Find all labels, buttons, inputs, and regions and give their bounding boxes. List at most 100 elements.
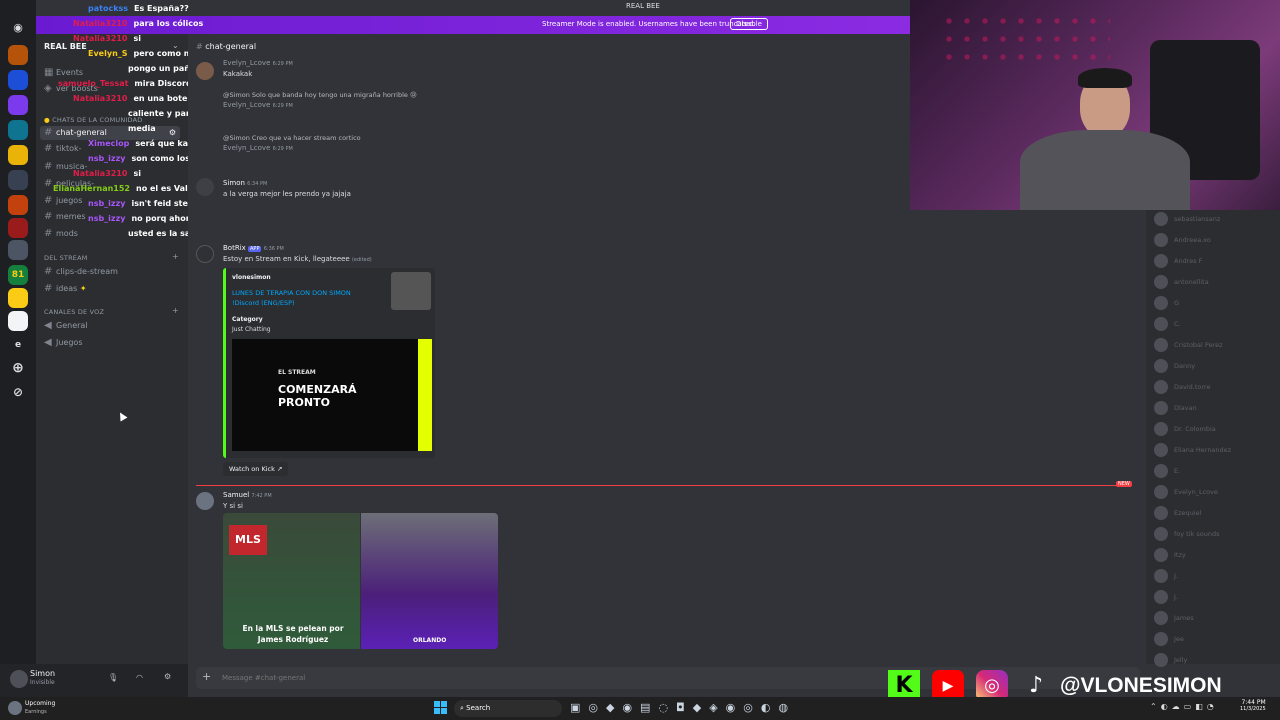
member-item[interactable]: J. (1154, 569, 1178, 585)
add-server-icon[interactable]: ⊕ (8, 358, 28, 378)
embed-title[interactable]: LUNES DE TERAPIA CON DON SIMON !Discord … (232, 288, 372, 308)
message-author[interactable]: Samuel 7:42 PM (223, 491, 272, 499)
member-item[interactable]: Ezequiel (1154, 506, 1201, 522)
member-item[interactable]: Cristobal Perez (1154, 338, 1223, 354)
lightbulb-icon: ✦ (79, 284, 87, 293)
member-item[interactable]: foy tik sounds (1154, 527, 1219, 543)
member-item[interactable]: Jee (1154, 632, 1184, 648)
avatar (1154, 464, 1168, 478)
server-rail: ◉ 81 e ⊕ ⊘ (0, 0, 36, 697)
member-item[interactable]: J. (1154, 590, 1178, 606)
chevron-down-icon[interactable]: ⌄ (172, 41, 179, 50)
member-name: Cristobal Perez (1174, 341, 1223, 349)
category-voice[interactable]: CANALES DE VOZ (44, 308, 104, 316)
channel-mods[interactable]: # mods (44, 227, 78, 241)
member-item[interactable]: Dlavan (1154, 401, 1197, 417)
reply-preview[interactable]: @Simon Solo que banda hoy tengo una migr… (223, 91, 417, 99)
channel-chat-general[interactable]: # chat-general ⚙ (40, 126, 180, 140)
member-item[interactable]: sebastiansanz (1154, 212, 1220, 228)
member-item[interactable]: Eliana Hernandez (1154, 443, 1231, 459)
speaker-icon: ◀ (44, 320, 52, 331)
channel-clips[interactable]: # clips-de-stream (44, 265, 118, 279)
avatar[interactable] (10, 670, 28, 688)
server-icon[interactable] (8, 240, 28, 260)
voice-channel-juegos[interactable]: ◀ Juegos (44, 336, 83, 350)
avatar (1154, 443, 1168, 457)
events-link[interactable]: ▦ Events (44, 66, 83, 80)
reply-preview[interactable]: @Simon Creo que va hacer stream cortico (223, 134, 361, 142)
window-title: REAL BEE (626, 2, 660, 10)
jersey-text: ORLANDO (413, 637, 447, 644)
avatar[interactable] (196, 245, 214, 263)
headphones-icon[interactable]: ◠ (136, 673, 143, 682)
member-item[interactable]: James (1154, 611, 1194, 627)
server-name[interactable]: REAL BEE (44, 42, 87, 51)
server-icon[interactable] (8, 218, 28, 238)
member-item[interactable]: G (1154, 296, 1179, 312)
discord-home-icon[interactable]: ◉ (8, 18, 28, 38)
channel-musica[interactable]: # musica- (44, 160, 87, 174)
add-attachment-icon[interactable]: + (202, 670, 211, 683)
avatar[interactable] (196, 178, 214, 196)
boosts-link[interactable]: ◈ ver boosts (44, 82, 98, 96)
explore-icon[interactable]: ⊘ (8, 382, 28, 402)
member-item[interactable]: Danny (1154, 359, 1195, 375)
server-icon[interactable] (8, 120, 28, 140)
server-icon[interactable] (8, 170, 28, 190)
message-author[interactable]: Evelyn_Lcove 6:29 PM (223, 101, 293, 109)
message-author[interactable]: Evelyn_Lcove 6:29 PM (223, 59, 293, 67)
clock[interactable]: 7:44 PM 11/3/2025 (1240, 699, 1266, 712)
embed-image[interactable]: EL STREAM COMENZARÁ PRONTO (232, 339, 432, 451)
voice-channel-general[interactable]: ◀ General (44, 319, 88, 333)
settings-icon[interactable]: ⚙ (169, 126, 176, 140)
taskbar-search[interactable]: ⌕ Search (454, 700, 562, 717)
member-item[interactable]: Jelly (1154, 653, 1187, 669)
hash-icon: # (44, 195, 53, 206)
member-item[interactable]: Evelyn_Lcove (1154, 485, 1218, 501)
member-item[interactable]: antonellita (1154, 275, 1209, 291)
message-input[interactable] (222, 671, 722, 685)
member-item[interactable]: C. (1154, 317, 1181, 333)
disable-button[interactable]: Disable (730, 18, 768, 30)
member-item[interactable]: Dr. Colombia (1154, 422, 1216, 438)
server-icon[interactable] (8, 288, 28, 308)
watch-on-kick-button[interactable]: Watch on Kick ↗ (223, 462, 289, 476)
message-author[interactable]: BotRix APP 6:36 PM (223, 244, 284, 252)
microphone-icon[interactable]: 🎙 (108, 673, 118, 682)
channel-tiktok[interactable]: # tiktok- (44, 142, 82, 156)
message-text: a la verga mejor les prendo ya jajaja (223, 190, 351, 198)
message-image[interactable]: MLS ORLANDO En la MLS se pelean por Jame… (223, 513, 498, 649)
server-icon[interactable]: e (8, 335, 28, 355)
weather-icon[interactable] (8, 701, 22, 715)
member-item[interactable]: Andreea.xo (1154, 233, 1211, 249)
message-author[interactable]: Simon 6:34 PM (223, 179, 267, 187)
settings-icon[interactable]: ⚙ (164, 672, 171, 681)
embed-provider[interactable]: vlonesimon (232, 274, 271, 281)
server-icon[interactable] (8, 70, 28, 90)
channel-ideas[interactable]: # ideas ✦ (44, 282, 87, 296)
add-channel-icon[interactable]: + (172, 306, 179, 315)
server-icon[interactable]: 81 (8, 265, 28, 285)
system-tray-icons[interactable]: ⌃◐☁▭◧◔ (1150, 702, 1218, 711)
avatar[interactable] (196, 492, 214, 510)
channel-juegos[interactable]: # juegos (44, 194, 82, 208)
member-item[interactable]: Itzy (1154, 548, 1186, 564)
message-author[interactable]: Evelyn_Lcove 6:29 PM (223, 144, 293, 152)
member-item[interactable]: E. (1154, 464, 1180, 480)
server-icon[interactable] (8, 95, 28, 115)
taskbar-apps[interactable]: ▣◎◆◉▤◌◘◆◈◉◎◐◍ (570, 701, 796, 714)
start-icon[interactable] (434, 701, 447, 714)
server-icon[interactable] (8, 311, 28, 331)
category-chats[interactable]: ● CHATS DE LA COMUNIDAD (44, 116, 143, 124)
avatar[interactable] (196, 62, 214, 80)
channel-peliculas[interactable]: # peliculas- (44, 177, 94, 191)
member-item[interactable]: David.torre (1154, 380, 1210, 396)
add-channel-icon[interactable]: + (172, 252, 179, 261)
channel-memes[interactable]: # memes (44, 210, 86, 224)
category-stream[interactable]: DEL STREAM (44, 254, 88, 262)
hash-icon: # (44, 283, 53, 294)
server-icon[interactable] (8, 195, 28, 215)
server-icon[interactable] (8, 145, 28, 165)
server-icon[interactable] (8, 45, 28, 65)
member-item[interactable]: Andres F (1154, 254, 1202, 270)
